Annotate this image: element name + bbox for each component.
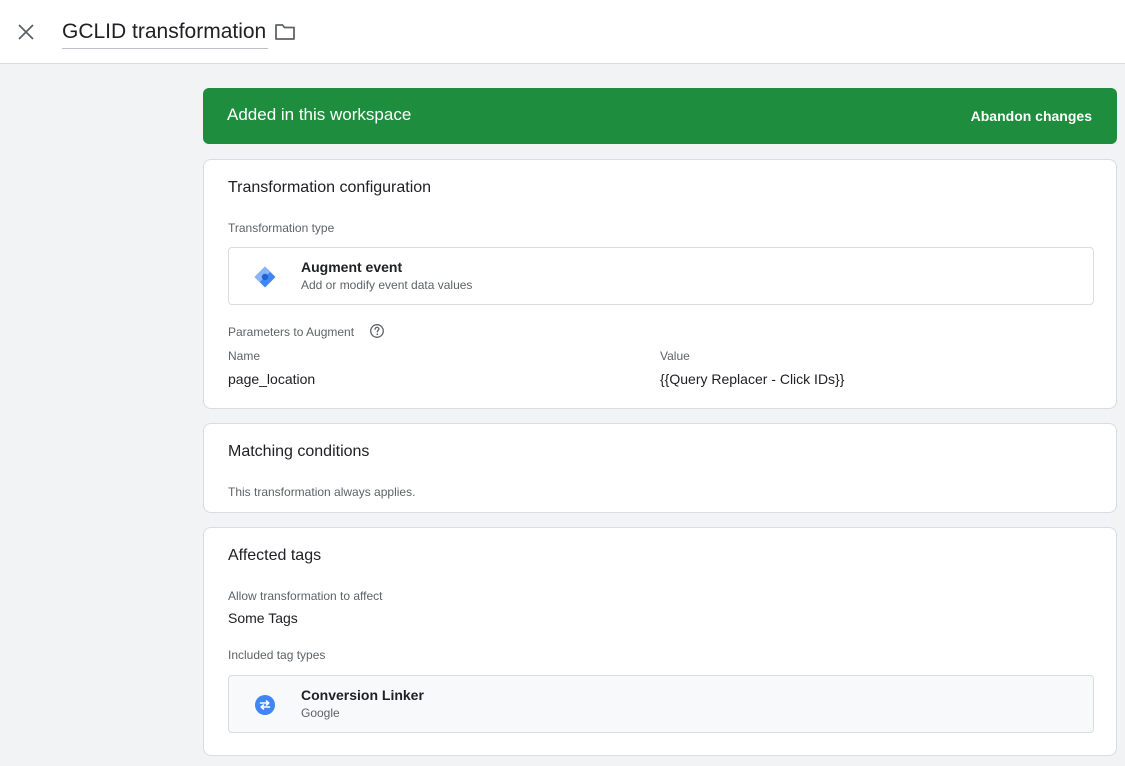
- transformation-type-name: Augment event: [301, 259, 403, 275]
- included-tag-types-label: Included tag types: [228, 648, 326, 662]
- help-icon[interactable]: [369, 323, 385, 339]
- banner-text: Added in this workspace: [227, 105, 412, 124]
- matching-conditions-card: Matching conditions This transformation …: [203, 423, 1117, 513]
- parameters-label-wrap: Parameters to Augment: [228, 324, 398, 340]
- page-title[interactable]: GCLID transformation: [62, 17, 269, 49]
- folder-button[interactable]: [272, 20, 298, 44]
- top-bar: GCLID transformation: [0, 0, 1125, 64]
- card-title: Matching conditions: [228, 443, 370, 460]
- param-name: page_location: [228, 371, 316, 387]
- transformation-type-label: Transformation type: [228, 221, 335, 235]
- tag-type-name: Conversion Linker: [301, 687, 424, 703]
- allow-transformation-value: Some Tags: [228, 610, 298, 626]
- tag-manager-diamond-icon: [253, 265, 277, 289]
- tag-type-vendor: Google: [301, 706, 340, 720]
- card-title: Affected tags: [228, 547, 322, 564]
- affected-tags-card: Affected tags Allow transformation to af…: [203, 527, 1117, 756]
- param-value: {{Query Replacer - Click IDs}}: [660, 371, 845, 387]
- parameters-label: Parameters to Augment: [228, 325, 355, 339]
- matching-conditions-text: This transformation always applies.: [228, 485, 416, 499]
- name-column-header: Name: [228, 349, 261, 363]
- value-column-header: Value: [660, 349, 690, 363]
- tag-type-tile[interactable]: Conversion Linker Google: [228, 675, 1094, 733]
- allow-transformation-label: Allow transformation to affect: [228, 589, 383, 603]
- transformation-configuration-card: Transformation configuration Transformat…: [203, 159, 1117, 409]
- conversion-linker-icon: [253, 693, 277, 717]
- transformation-type-tile[interactable]: Augment event Add or modify event data v…: [228, 247, 1094, 305]
- folder-icon: [275, 24, 295, 40]
- close-button[interactable]: [12, 18, 40, 46]
- transformation-type-description: Add or modify event data values: [301, 278, 473, 292]
- abandon-changes-button[interactable]: Abandon changes: [971, 107, 1092, 125]
- card-title: Transformation configuration: [228, 179, 432, 196]
- close-icon: [18, 24, 34, 40]
- workspace-status-banner: Added in this workspace Abandon changes: [203, 88, 1117, 144]
